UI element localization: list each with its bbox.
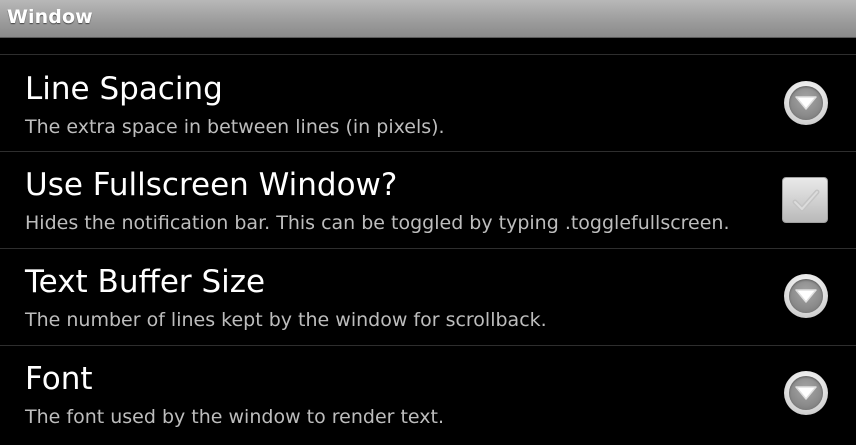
dropdown-arrow-icon[interactable] <box>784 274 828 318</box>
pref-summary: Hides the notification bar. This can be … <box>25 212 730 234</box>
section-header-title: Window <box>7 6 93 28</box>
pref-fullscreen[interactable]: Use Fullscreen Window? Hides the notific… <box>0 152 856 248</box>
pref-summary: The number of lines kept by the window f… <box>25 309 547 331</box>
pref-title: Use Fullscreen Window? <box>25 167 398 203</box>
pref-title: Line Spacing <box>25 71 223 107</box>
pref-font[interactable]: Font The font used by the window to rend… <box>0 346 856 442</box>
pref-text-buffer-size[interactable]: Text Buffer Size The number of lines kep… <box>0 249 856 345</box>
checkmark-icon <box>792 189 820 212</box>
section-header: Window <box>0 0 856 38</box>
pref-summary: The font used by the window to render te… <box>25 406 445 428</box>
settings-screen: Window Line Spacing The extra space in b… <box>0 0 856 445</box>
pref-title: Text Buffer Size <box>25 264 266 300</box>
pref-summary: The extra space in between lines (in pix… <box>25 116 445 138</box>
fullscreen-checkbox[interactable] <box>782 177 828 223</box>
dropdown-arrow-icon[interactable] <box>784 81 828 125</box>
pref-line-spacing[interactable]: Line Spacing The extra space in between … <box>0 56 856 152</box>
divider <box>0 54 856 55</box>
dropdown-arrow-icon[interactable] <box>784 371 828 415</box>
pref-title: Font <box>25 361 93 397</box>
